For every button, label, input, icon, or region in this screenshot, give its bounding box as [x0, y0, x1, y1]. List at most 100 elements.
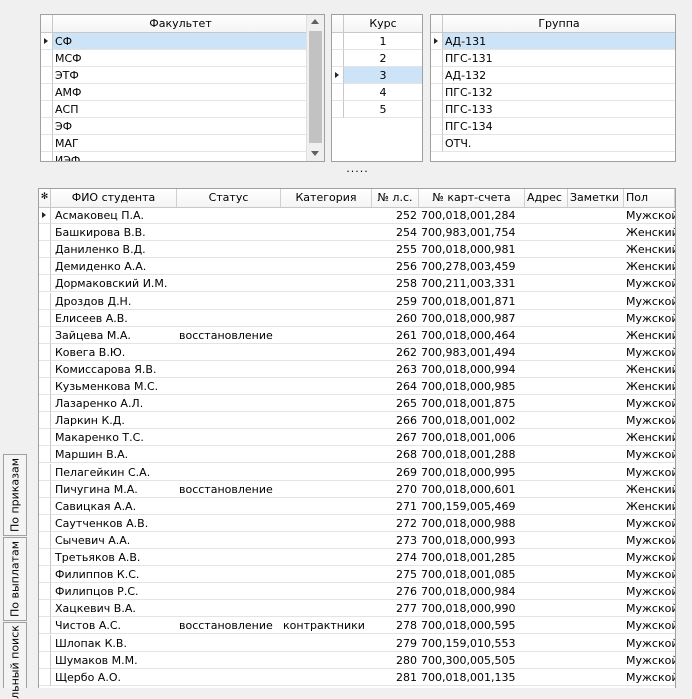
students-header[interactable]: ✻ ФИО студента Статус Категория № л.с. № кар…	[39, 189, 675, 208]
group-grid[interactable]: Группа АД-131 ПГС-131 АД-132 ПГС-132 ПГС-133…	[430, 14, 676, 162]
row-indicator[interactable]	[431, 101, 443, 118]
row-indicator[interactable]	[39, 309, 51, 327]
student-row[interactable]: Сычевич А.А. 273 700,018,000,993 Мужской	[39, 531, 675, 549]
student-row[interactable]: Дормаковский И.М. 258 700,211,003,331 Мужск…	[39, 275, 675, 293]
faculty-row[interactable]: СФ	[41, 33, 308, 50]
student-row[interactable]: Хацкевич В.А. 277 700,018,000,990 Мужской	[39, 600, 675, 618]
col-address-header[interactable]: Адрес	[525, 189, 568, 207]
group-row[interactable]: ОТЧ.	[431, 135, 675, 152]
row-indicator[interactable]	[41, 152, 53, 161]
row-indicator[interactable]	[332, 101, 344, 118]
scroll-up-icon[interactable]	[311, 19, 319, 24]
group-row[interactable]: ПГС-132	[431, 84, 675, 101]
row-indicator[interactable]	[39, 275, 51, 293]
student-row[interactable]: Чистов А.С. восстановление контрактники 278…	[39, 617, 675, 635]
scroll-down-icon[interactable]	[311, 151, 319, 156]
students-grid[interactable]: ✻ ФИО студента Статус Категория № л.с. № кар…	[38, 188, 676, 688]
row-indicator[interactable]	[431, 135, 443, 152]
col-fio-header[interactable]: ФИО студента	[51, 189, 177, 207]
faculty-scrollbar[interactable]	[306, 15, 324, 161]
faculty-row[interactable]: ЭФ	[41, 118, 308, 135]
student-row[interactable]: Зайцева М.А. восстановление 261 700,018,000…	[39, 326, 675, 344]
tab-search[interactable]: льный поиск	[3, 622, 27, 699]
col-card-header[interactable]: № карт-счета	[419, 189, 525, 207]
row-indicator[interactable]	[332, 50, 344, 67]
group-header[interactable]: Группа	[431, 15, 675, 33]
col-gender-header[interactable]: Пол	[624, 189, 675, 207]
row-indicator[interactable]	[41, 67, 53, 84]
faculty-grid[interactable]: Факультет СФ МСФ ЭТФ АМФ АСП ЭФ МАГ ИЭФ	[40, 14, 325, 162]
student-row[interactable]: Даниленко В.Д. 255 700,018,000,981 Женский	[39, 241, 675, 259]
row-indicator[interactable]	[41, 33, 53, 50]
row-indicator[interactable]	[41, 118, 53, 135]
row-indicator[interactable]	[39, 463, 51, 481]
row-indicator[interactable]	[39, 241, 51, 259]
faculty-row[interactable]: МАГ	[41, 135, 308, 152]
row-indicator[interactable]	[39, 634, 51, 652]
student-row[interactable]: Пелагейкин С.А. 269 700,018,000,995 Мужской	[39, 463, 675, 481]
row-indicator[interactable]	[39, 480, 51, 498]
row-indicator[interactable]	[39, 668, 51, 686]
student-row[interactable]: Комиссарова Я.В. 263 700,018,000,994 Женски…	[39, 360, 675, 378]
row-indicator[interactable]	[39, 446, 51, 464]
row-indicator[interactable]	[431, 67, 443, 84]
faculty-row[interactable]: ЭТФ	[41, 67, 308, 84]
faculty-scroll-thumb[interactable]	[309, 31, 322, 143]
row-indicator[interactable]	[39, 514, 51, 532]
student-row[interactable]: Ларкин К.Д. 266 700,018,001,002 Мужской	[39, 412, 675, 430]
student-row[interactable]: Шлопак К.В. 279 700,159,010,553 Мужской	[39, 634, 675, 652]
faculty-row[interactable]: АМФ	[41, 84, 308, 101]
tab-by-orders[interactable]: По приказам	[3, 454, 27, 536]
select-all-icon[interactable]: ✻	[39, 189, 51, 207]
row-indicator[interactable]	[39, 224, 51, 242]
student-row[interactable]: Асмаковец П.А. 252 700,018,001,284 Мужской	[39, 207, 675, 224]
student-row[interactable]: Лазаренко А.Л. 265 700,018,001,875 Мужской	[39, 395, 675, 413]
row-indicator[interactable]	[39, 412, 51, 430]
row-indicator[interactable]	[41, 135, 53, 152]
row-indicator[interactable]	[431, 118, 443, 135]
faculty-row[interactable]: ИЭФ	[41, 152, 308, 161]
course-row[interactable]: 3	[332, 67, 422, 84]
student-row[interactable]: Кузьменкова М.С. 264 700,018,000,985 Женски…	[39, 378, 675, 395]
row-indicator[interactable]	[39, 651, 51, 669]
group-row[interactable]: АД-132	[431, 67, 675, 84]
row-indicator[interactable]	[39, 258, 51, 276]
row-indicator[interactable]	[41, 50, 53, 67]
student-row[interactable]: Саутченков А.В. 272 700,018,000,988 Мужской	[39, 514, 675, 532]
row-indicator[interactable]	[431, 33, 443, 50]
student-row[interactable]: Макаренко Т.С. 267 700,018,001,006 Женский	[39, 429, 675, 447]
row-indicator[interactable]	[39, 497, 51, 515]
student-row[interactable]: Маршин В.А. 268 700,018,001,288 Мужской	[39, 446, 675, 464]
student-row[interactable]: Ковега В.Ю. 262 700,983,001,494 Мужской	[39, 343, 675, 361]
row-indicator[interactable]	[39, 531, 51, 549]
course-row[interactable]: 1	[332, 33, 422, 50]
row-indicator[interactable]	[39, 617, 51, 635]
course-grid[interactable]: Курс 1 2 3 4 5	[331, 14, 423, 162]
course-row[interactable]: 5	[332, 101, 422, 118]
group-row[interactable]: ПГС-134	[431, 118, 675, 135]
col-notes-header[interactable]: Заметки	[568, 189, 624, 207]
student-row[interactable]: Шумаков М.М. 280 700,300,005,505 Мужской	[39, 651, 675, 669]
row-indicator[interactable]	[39, 549, 51, 566]
student-row[interactable]: Щербо А.О. 281 700,018,001,135 Мужской	[39, 668, 675, 686]
row-indicator[interactable]	[39, 207, 51, 224]
row-indicator[interactable]	[332, 84, 344, 101]
student-row[interactable]: Демиденко А.А. 256 700,278,003,459 Женский	[39, 258, 675, 276]
row-indicator[interactable]	[39, 343, 51, 361]
col-account-header[interactable]: № л.с.	[372, 189, 419, 207]
faculty-row[interactable]: АСП	[41, 101, 308, 118]
row-indicator[interactable]	[39, 292, 51, 310]
row-indicator[interactable]	[431, 50, 443, 67]
row-indicator[interactable]	[39, 395, 51, 413]
splitter-handle[interactable]: .....	[330, 162, 385, 178]
student-row[interactable]: Башкирова В.В. 254 700,983,001,754 Женский	[39, 224, 675, 242]
col-status-header[interactable]: Статус	[177, 189, 281, 207]
row-indicator[interactable]	[39, 566, 51, 584]
col-category-header[interactable]: Категория	[281, 189, 372, 207]
group-row[interactable]: ПГС-131	[431, 50, 675, 67]
row-indicator[interactable]	[39, 360, 51, 378]
row-indicator[interactable]	[332, 33, 344, 50]
student-row[interactable]: Третьяков А.В. 274 700,018,001,285 Мужской	[39, 549, 675, 566]
row-indicator[interactable]	[332, 67, 344, 84]
row-indicator[interactable]	[39, 583, 51, 601]
